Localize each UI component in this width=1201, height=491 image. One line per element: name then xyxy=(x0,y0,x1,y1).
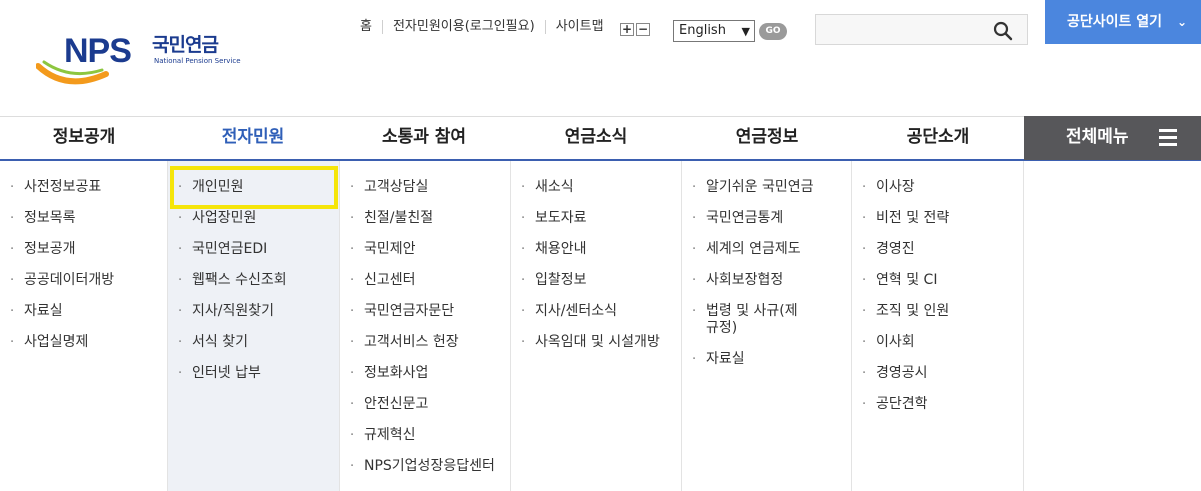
submenu-item[interactable]: 새소식 xyxy=(511,179,681,196)
submenu-item[interactable]: 비전 및 전략 xyxy=(852,210,1023,227)
gnb-about-nps[interactable]: 공단소개 xyxy=(852,117,1024,160)
language-select[interactable]: English ▼ xyxy=(673,20,755,42)
submenu-item[interactable]: 자료실 xyxy=(0,303,167,320)
nps-logo[interactable]: NPS 국민연금 National Pension Service xyxy=(36,30,246,86)
submenu-pension-info: 알기쉬운 국민연금 국민연금통계 세계의 연금제도 사회보장협정 법령 및 사규… xyxy=(682,161,852,491)
search-box xyxy=(815,14,1028,45)
submenu-item[interactable]: 규제혁신 xyxy=(340,427,510,444)
submenu-item[interactable]: 국민연금EDI xyxy=(168,241,339,258)
home-link[interactable]: 홈 xyxy=(356,20,382,34)
global-navigation: 정보공개 전자민원 소통과 참여 연금소식 연금정보 공단소개 전체메뉴 xyxy=(0,116,1201,161)
highlight-box xyxy=(170,166,338,209)
all-menu-label: 전체메뉴 xyxy=(1066,127,1129,147)
open-site-label: 공단사이트 열기 xyxy=(1067,14,1163,30)
submenu-item[interactable]: 사전정보공표 xyxy=(0,179,167,196)
chevron-down-icon: ▼ xyxy=(741,25,750,38)
submenu-item[interactable]: 안전신문고 xyxy=(340,396,510,413)
gnb-e-civil-service[interactable]: 전자민원 xyxy=(168,117,338,160)
submenu-item[interactable]: 친절/불친절 xyxy=(340,210,510,227)
submenu-item[interactable]: 공공데이터개방 xyxy=(0,272,167,289)
go-button[interactable]: GO xyxy=(759,23,787,40)
submenu-item[interactable]: 자료실 xyxy=(682,351,851,368)
submenu-item[interactable]: 공단견학 xyxy=(852,396,1023,413)
logo-english-text: National Pension Service xyxy=(154,57,241,65)
chevron-down-icon: ⌄ xyxy=(1176,15,1187,29)
all-menu-button[interactable]: 전체메뉴 xyxy=(1024,116,1201,160)
submenu-e-civil-service: 개인민원 사업장민원 국민연금EDI 웹팩스 수신조회 지사/직원찾기 서식 찾… xyxy=(168,161,340,491)
submenu-item[interactable]: 보도자료 xyxy=(511,210,681,227)
submenu-item[interactable]: 알기쉬운 국민연금 xyxy=(682,179,851,196)
submenu-item[interactable]: 인터넷 납부 xyxy=(168,365,339,382)
submenu-item[interactable]: 신고센터 xyxy=(340,272,510,289)
language-selected-value: English xyxy=(679,23,726,38)
font-decrease-button[interactable]: − xyxy=(636,23,650,36)
submenu-item[interactable]: 입찰정보 xyxy=(511,272,681,289)
utility-links: 홈 전자민원이용(로그인필요) 사이트맵 xyxy=(356,20,614,34)
submenu-item[interactable]: 지사/센터소식 xyxy=(511,303,681,320)
submenu-item[interactable]: 국민연금자문단 xyxy=(340,303,510,320)
submenu-info-disclosure: 사전정보공표 정보목록 정보공개 공공데이터개방 자료실 사업실명제 xyxy=(0,161,168,491)
submenu-item[interactable]: 채용안내 xyxy=(511,241,681,258)
gnb-pension-info[interactable]: 연금정보 xyxy=(682,117,852,160)
submenu-item[interactable]: 지사/직원찾기 xyxy=(168,303,339,320)
submenu-item[interactable]: 사업장민원 xyxy=(168,210,339,227)
submenu-item[interactable]: 정보목록 xyxy=(0,210,167,227)
submenu-item[interactable]: 조직 및 인원 xyxy=(852,303,1023,320)
logo-korean-text: 국민연금 xyxy=(152,34,219,56)
submenu-item[interactable]: 이사회 xyxy=(852,334,1023,351)
submenu-item[interactable]: 사업실명제 xyxy=(0,334,167,351)
submenu-item[interactable]: 사옥임대 및 시설개방 xyxy=(511,334,681,351)
search-input[interactable] xyxy=(816,15,986,44)
sitemap-link[interactable]: 사이트맵 xyxy=(544,20,614,34)
logo-nps-text: NPS xyxy=(64,32,132,70)
search-icon[interactable] xyxy=(993,21,1013,41)
submenu-pension-news: 새소식 보도자료 채용안내 입찰정보 지사/센터소식 사옥임대 및 시설개방 xyxy=(511,161,682,491)
submenu-item[interactable]: 세계의 연금제도 xyxy=(682,241,851,258)
gnb-communication[interactable]: 소통과 참여 xyxy=(338,117,510,160)
submenu-item[interactable]: 사회보장협정 xyxy=(682,272,851,289)
font-size-controls: + − xyxy=(620,23,652,36)
submenu-about-nps: 이사장 비전 및 전략 경영진 연혁 및 CI 조직 및 인원 이사회 경영공시… xyxy=(852,161,1024,491)
gnb-info-disclosure[interactable]: 정보공개 xyxy=(0,117,168,160)
submenu-item[interactable]: NPS기업성장응답센터 xyxy=(340,458,510,475)
submenu-item[interactable]: 정보공개 xyxy=(0,241,167,258)
submenu-item[interactable]: 연혁 및 CI xyxy=(852,272,1023,289)
submenu-item[interactable]: 이사장 xyxy=(852,179,1023,196)
open-site-button[interactable]: 공단사이트 열기 ⌄ xyxy=(1045,0,1201,44)
submenu-communication: 고객상담실 친절/불친절 국민제안 신고센터 국민연금자문단 고객서비스 헌장 … xyxy=(340,161,511,491)
submenu-item[interactable]: 서식 찾기 xyxy=(168,334,339,351)
submenu-item[interactable]: 고객상담실 xyxy=(340,179,510,196)
font-increase-button[interactable]: + xyxy=(620,23,634,36)
hamburger-icon xyxy=(1159,129,1177,147)
submenu-item[interactable]: 정보화사업 xyxy=(340,365,510,382)
submenu-item[interactable]: 경영공시 xyxy=(852,365,1023,382)
submenu-item[interactable]: 웹팩스 수신조회 xyxy=(168,272,339,289)
header: NPS 국민연금 National Pension Service 홈 전자민원… xyxy=(0,0,1201,116)
mega-menu: 사전정보공표 정보목록 정보공개 공공데이터개방 자료실 사업실명제 개인민원 … xyxy=(0,161,1201,491)
gnb-pension-news[interactable]: 연금소식 xyxy=(510,117,682,160)
submenu-item[interactable]: 국민제안 xyxy=(340,241,510,258)
e-service-link[interactable]: 전자민원이용(로그인필요) xyxy=(381,20,545,34)
submenu-item[interactable]: 경영진 xyxy=(852,241,1023,258)
submenu-item[interactable]: 법령 및 사규(제규정) xyxy=(682,303,802,337)
submenu-item[interactable]: 고객서비스 헌장 xyxy=(340,334,510,351)
submenu-item[interactable]: 국민연금통계 xyxy=(682,210,851,227)
